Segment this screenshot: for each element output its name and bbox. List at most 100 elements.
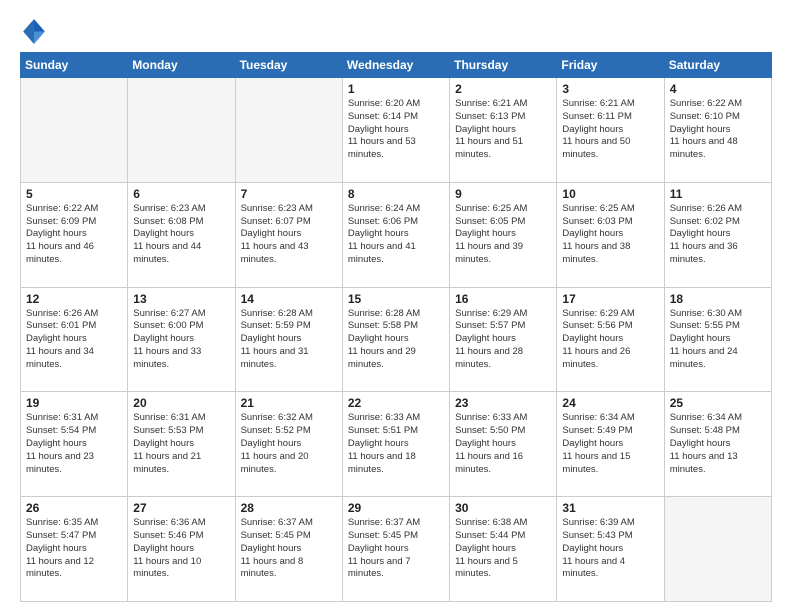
day-info: Sunrise: 6:21 AMSunset: 6:11 PMDaylight …: [562, 98, 658, 162]
logo: [20, 16, 52, 44]
day-info: Sunrise: 6:29 AMSunset: 5:56 PMDaylight …: [562, 308, 658, 372]
calendar-cell-2-4: 8 Sunrise: 6:24 AMSunset: 6:06 PMDaylight…: [342, 182, 449, 287]
day-info: Sunrise: 6:38 AMSunset: 5:44 PMDaylight …: [455, 517, 551, 581]
col-header-tuesday: Tuesday: [235, 53, 342, 78]
day-number: 25: [670, 396, 766, 410]
calendar-cell-1-4: 1 Sunrise: 6:20 AMSunset: 6:14 PMDaylight…: [342, 78, 449, 183]
day-info: Sunrise: 6:23 AMSunset: 6:08 PMDaylight …: [133, 203, 229, 267]
day-info: Sunrise: 6:37 AMSunset: 5:45 PMDaylight …: [348, 517, 444, 581]
calendar-cell-3-4: 15Sunrise: 6:28 AMSunset: 5:58 PMDayligh…: [342, 287, 449, 392]
col-header-sunday: Sunday: [21, 53, 128, 78]
calendar-cell-5-6: 31 Sunrise: 6:39 AMSunset: 5:43 PMDayligh…: [557, 497, 664, 602]
calendar-cell-3-3: 14 Sunrise: 6:28 AMSunset: 5:59 PMDayligh…: [235, 287, 342, 392]
calendar-cell-4-5: 23 Sunrise: 6:33 AMSunset: 5:50 PMDayligh…: [450, 392, 557, 497]
day-number: 17: [562, 292, 658, 306]
calendar-cell-1-5: 2 Sunrise: 6:21 AMSunset: 6:13 PMDaylight…: [450, 78, 557, 183]
day-info: Sunrise: 6:31 AMSunset: 5:54 PMDaylight …: [26, 412, 122, 476]
calendar-week-4: 19Sunrise: 6:31 AMSunset: 5:54 PMDayligh…: [21, 392, 772, 497]
col-header-friday: Friday: [557, 53, 664, 78]
calendar-header-row: SundayMondayTuesdayWednesdayThursdayFrid…: [21, 53, 772, 78]
col-header-saturday: Saturday: [664, 53, 771, 78]
day-number: 9: [455, 187, 551, 201]
calendar-cell-3-5: 16 Sunrise: 6:29 AMSunset: 5:57 PMDayligh…: [450, 287, 557, 392]
day-number: 30: [455, 501, 551, 515]
day-info: Sunrise: 6:24 AMSunset: 6:06 PMDaylight …: [348, 203, 444, 267]
day-number: 14: [241, 292, 337, 306]
generalblue-logo-icon: [20, 16, 48, 44]
day-number: 5: [26, 187, 122, 201]
day-info: Sunrise: 6:26 AMSunset: 6:02 PMDaylight …: [670, 203, 766, 267]
day-info: Sunrise: 6:34 AMSunset: 5:48 PMDaylight …: [670, 412, 766, 476]
calendar-cell-4-2: 20 Sunrise: 6:31 AMSunset: 5:53 PMDayligh…: [128, 392, 235, 497]
calendar-cell-4-6: 24 Sunrise: 6:34 AMSunset: 5:49 PMDayligh…: [557, 392, 664, 497]
day-info: Sunrise: 6:30 AMSunset: 5:55 PMDaylight …: [670, 308, 766, 372]
page: SundayMondayTuesdayWednesdayThursdayFrid…: [0, 0, 792, 612]
day-info: Sunrise: 6:33 AMSunset: 5:51 PMDaylight …: [348, 412, 444, 476]
day-number: 8: [348, 187, 444, 201]
calendar-cell-5-2: 27 Sunrise: 6:36 AMSunset: 5:46 PMDayligh…: [128, 497, 235, 602]
day-info: Sunrise: 6:29 AMSunset: 5:57 PMDaylight …: [455, 308, 551, 372]
calendar-cell-1-2: [128, 78, 235, 183]
day-number: 27: [133, 501, 229, 515]
day-number: 22: [348, 396, 444, 410]
calendar-cell-1-3: [235, 78, 342, 183]
day-number: 2: [455, 82, 551, 96]
calendar-cell-4-3: 21 Sunrise: 6:32 AMSunset: 5:52 PMDayligh…: [235, 392, 342, 497]
day-number: 11: [670, 187, 766, 201]
day-number: 3: [562, 82, 658, 96]
day-number: 26: [26, 501, 122, 515]
day-info: Sunrise: 6:25 AMSunset: 6:03 PMDaylight …: [562, 203, 658, 267]
day-number: 28: [241, 501, 337, 515]
calendar-cell-2-7: 11 Sunrise: 6:26 AMSunset: 6:02 PMDayligh…: [664, 182, 771, 287]
day-info: Sunrise: 6:20 AMSunset: 6:14 PMDaylight …: [348, 98, 444, 162]
day-info: Sunrise: 6:31 AMSunset: 5:53 PMDaylight …: [133, 412, 229, 476]
calendar-cell-4-7: 25 Sunrise: 6:34 AMSunset: 5:48 PMDayligh…: [664, 392, 771, 497]
day-info: Sunrise: 6:33 AMSunset: 5:50 PMDaylight …: [455, 412, 551, 476]
day-info: Sunrise: 6:28 AMSunset: 5:59 PMDaylight …: [241, 308, 337, 372]
header: [20, 16, 772, 44]
calendar-cell-5-3: 28 Sunrise: 6:37 AMSunset: 5:45 PMDayligh…: [235, 497, 342, 602]
day-number: 23: [455, 396, 551, 410]
calendar-cell-1-1: [21, 78, 128, 183]
day-number: 16: [455, 292, 551, 306]
day-info: Sunrise: 6:36 AMSunset: 5:46 PMDaylight …: [133, 517, 229, 581]
day-info: Sunrise: 6:23 AMSunset: 6:07 PMDaylight …: [241, 203, 337, 267]
day-number: 18: [670, 292, 766, 306]
calendar-week-2: 5 Sunrise: 6:22 AMSunset: 6:09 PMDaylight…: [21, 182, 772, 287]
calendar-cell-1-6: 3 Sunrise: 6:21 AMSunset: 6:11 PMDaylight…: [557, 78, 664, 183]
calendar-cell-4-1: 19Sunrise: 6:31 AMSunset: 5:54 PMDayligh…: [21, 392, 128, 497]
calendar-cell-5-4: 29 Sunrise: 6:37 AMSunset: 5:45 PMDayligh…: [342, 497, 449, 602]
calendar-cell-3-6: 17 Sunrise: 6:29 AMSunset: 5:56 PMDayligh…: [557, 287, 664, 392]
day-number: 15: [348, 292, 444, 306]
calendar-cell-2-2: 6 Sunrise: 6:23 AMSunset: 6:08 PMDaylight…: [128, 182, 235, 287]
calendar-week-1: 1 Sunrise: 6:20 AMSunset: 6:14 PMDaylight…: [21, 78, 772, 183]
calendar-cell-5-1: 26 Sunrise: 6:35 AMSunset: 5:47 PMDayligh…: [21, 497, 128, 602]
calendar-cell-4-4: 22 Sunrise: 6:33 AMSunset: 5:51 PMDayligh…: [342, 392, 449, 497]
day-info: Sunrise: 6:32 AMSunset: 5:52 PMDaylight …: [241, 412, 337, 476]
calendar-cell-2-5: 9 Sunrise: 6:25 AMSunset: 6:05 PMDaylight…: [450, 182, 557, 287]
day-info: Sunrise: 6:21 AMSunset: 6:13 PMDaylight …: [455, 98, 551, 162]
calendar-cell-3-1: 12Sunrise: 6:26 AMSunset: 6:01 PMDayligh…: [21, 287, 128, 392]
day-number: 20: [133, 396, 229, 410]
day-number: 7: [241, 187, 337, 201]
day-info: Sunrise: 6:35 AMSunset: 5:47 PMDaylight …: [26, 517, 122, 581]
day-number: 4: [670, 82, 766, 96]
calendar-table: SundayMondayTuesdayWednesdayThursdayFrid…: [20, 52, 772, 602]
day-number: 1: [348, 82, 444, 96]
day-info: Sunrise: 6:34 AMSunset: 5:49 PMDaylight …: [562, 412, 658, 476]
calendar-week-5: 26 Sunrise: 6:35 AMSunset: 5:47 PMDayligh…: [21, 497, 772, 602]
day-number: 13: [133, 292, 229, 306]
day-number: 31: [562, 501, 658, 515]
day-info: Sunrise: 6:25 AMSunset: 6:05 PMDaylight …: [455, 203, 551, 267]
day-info: Sunrise: 6:27 AMSunset: 6:00 PMDaylight …: [133, 308, 229, 372]
day-number: 6: [133, 187, 229, 201]
day-info: Sunrise: 6:39 AMSunset: 5:43 PMDaylight …: [562, 517, 658, 581]
day-number: 24: [562, 396, 658, 410]
col-header-wednesday: Wednesday: [342, 53, 449, 78]
day-info: Sunrise: 6:37 AMSunset: 5:45 PMDaylight …: [241, 517, 337, 581]
day-info: Sunrise: 6:22 AMSunset: 6:09 PMDaylight …: [26, 203, 122, 267]
calendar-cell-1-7: 4Sunrise: 6:22 AMSunset: 6:10 PMDaylight…: [664, 78, 771, 183]
day-number: 29: [348, 501, 444, 515]
day-info: Sunrise: 6:26 AMSunset: 6:01 PMDaylight …: [26, 308, 122, 372]
day-number: 21: [241, 396, 337, 410]
